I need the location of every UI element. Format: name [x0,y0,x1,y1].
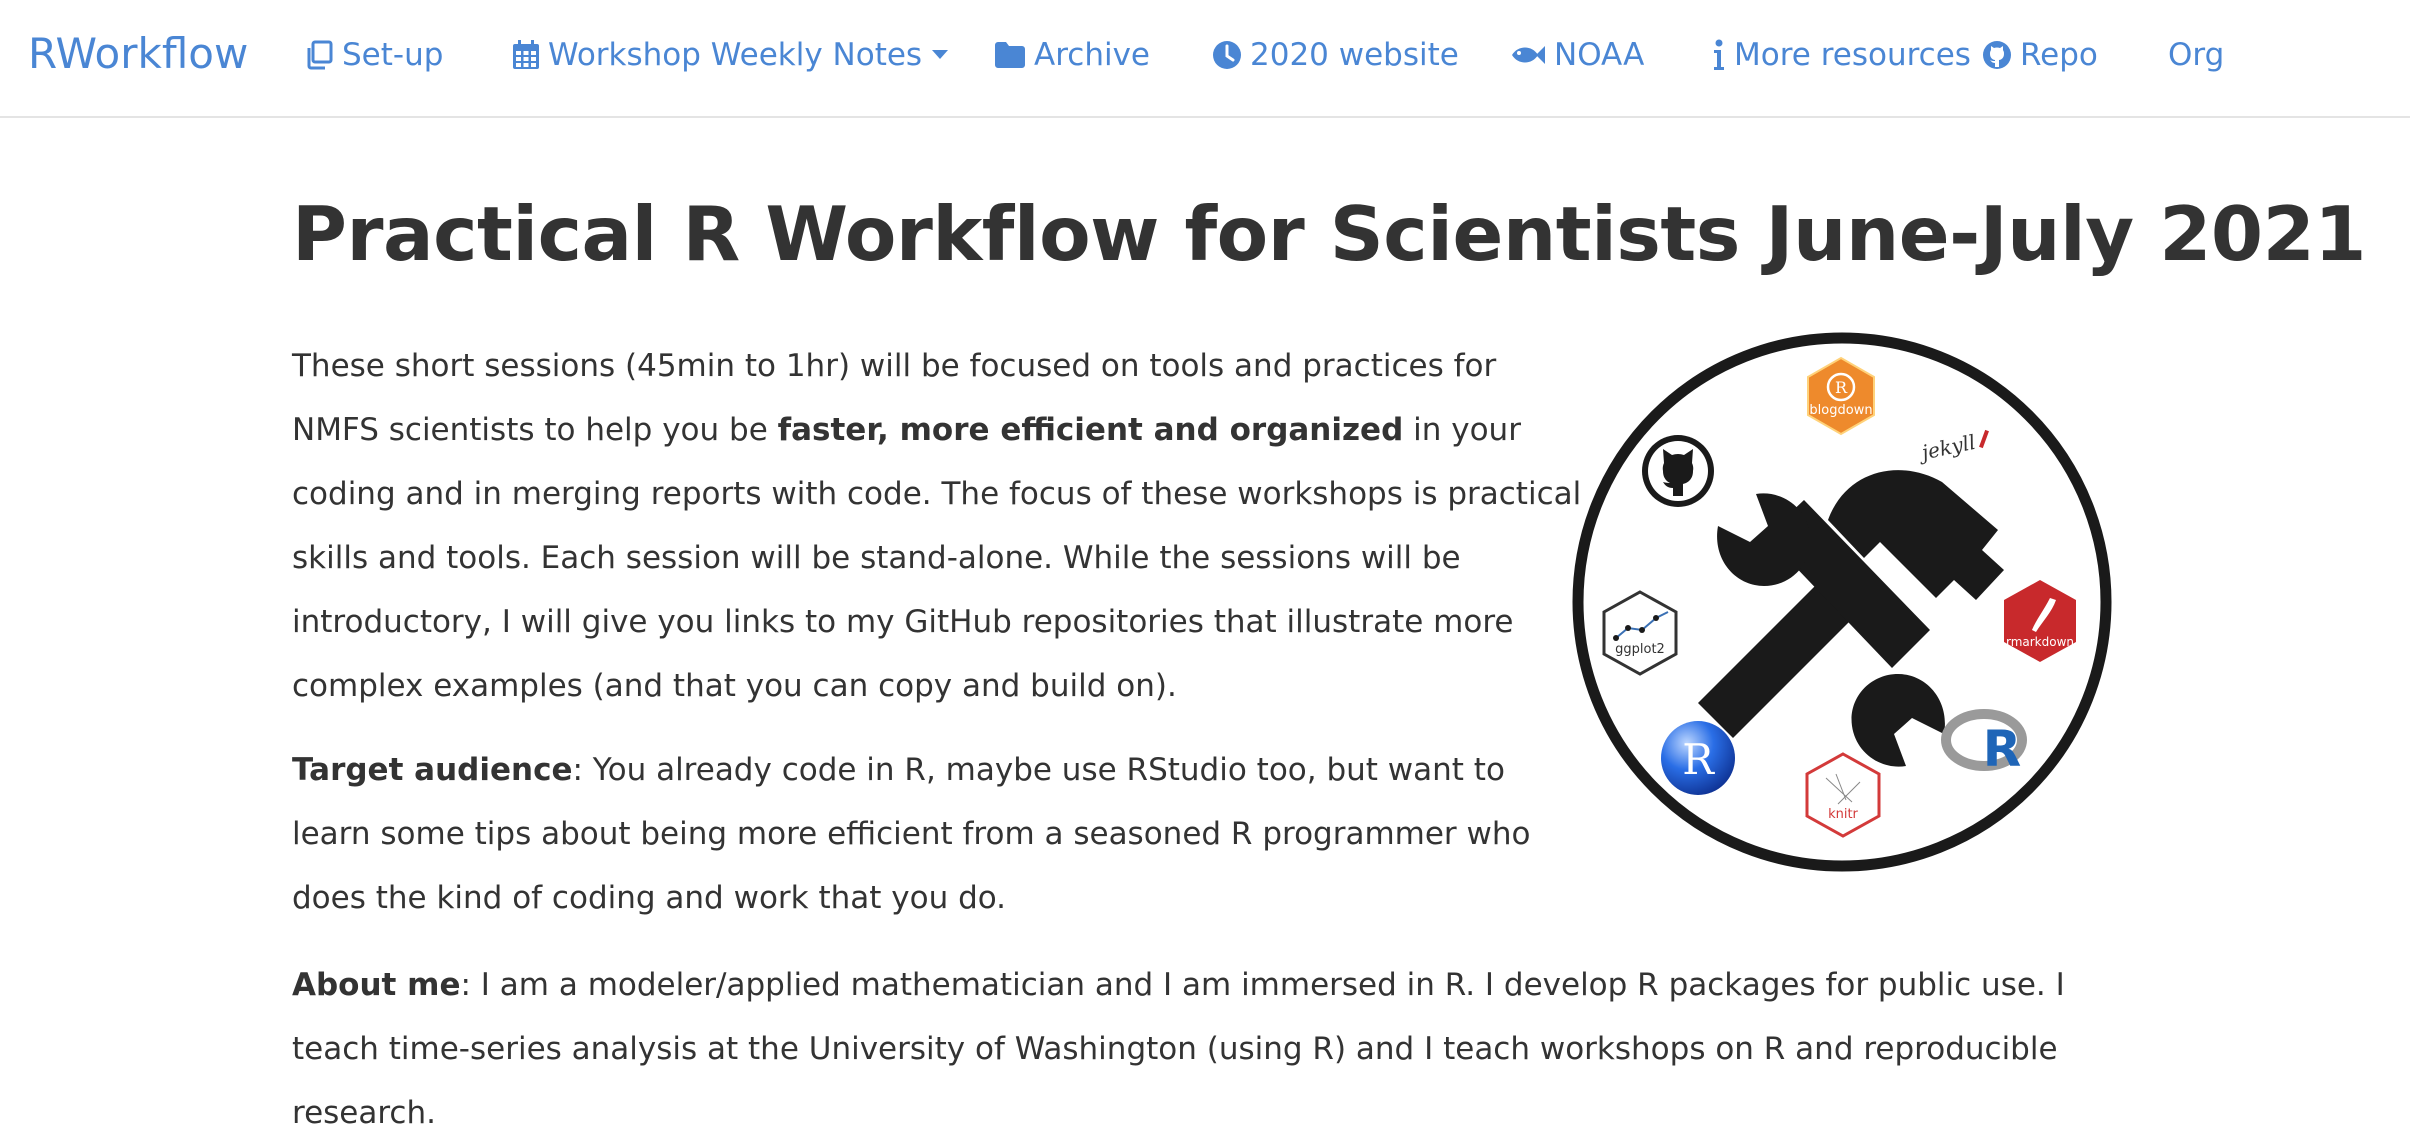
nav-noaa-label: NOAA [1554,37,1645,73]
nav-weekly-notes-label: Workshop Weekly Notes [548,37,923,73]
nav-setup[interactable]: Set-up [304,34,443,76]
target-audience-label: Target audience [292,752,573,788]
workflow-logo-graphic: R blogdown jekyll rmarkdown ggplot2 R kn… [1572,332,2112,872]
github-octocat-icon [1642,435,1714,507]
r-sphere-icon: R [1661,721,1735,795]
nav-repo[interactable]: Repo [1982,34,2098,76]
about-me-text: : I am a modeler/applied mathematician a… [292,967,2065,1131]
brand-link[interactable]: RWorkflow [28,28,248,80]
folder-icon [995,42,1025,68]
nav-archive-label: Archive [1034,37,1150,73]
svg-text:R: R [1682,735,1715,784]
clock-icon [1213,41,1241,69]
info-icon [1714,39,1724,70]
page-title: Practical R Workflow for Scientists June… [292,190,2366,278]
nav-2020-website-label: 2020 website [1250,37,1459,73]
nav-org[interactable]: Org [2168,34,2224,76]
github-icon [1983,41,2011,69]
copy-icon [307,40,333,70]
svg-text:R: R [1983,720,2022,778]
ggplot2-hex-icon: ggplot2 [1602,590,1678,676]
intro-text-end: in your coding and in merging reports wi… [292,412,1582,704]
navbar: RWorkflow Set-up Workshop Weekly Notes A [0,0,2410,118]
nav-noaa[interactable]: NOAA [1510,34,1644,76]
svg-text:blogdown: blogdown [1809,403,1872,418]
about-me-paragraph: About me: I am a modeler/applied mathema… [292,953,2092,1145]
nav-org-label: Org [2168,37,2225,73]
nav-more-resources[interactable]: More resources [1712,34,1971,76]
nav-more-resources-label: More resources [1734,37,1971,73]
nav-repo-label: Repo [2020,37,2098,73]
fish-icon [1512,46,1545,64]
caret-down-icon [932,50,949,59]
svg-text:rmarkdown: rmarkdown [2006,635,2074,649]
intro-bold-text: faster, more efficient and organized [777,412,1404,448]
svg-text:ggplot2: ggplot2 [1615,642,1665,657]
target-audience-paragraph: Target audience: You already code in R, … [292,738,1552,930]
intro-paragraph: These short sessions (45min to 1hr) will… [292,334,1582,718]
knitr-hex-icon: knitr [1805,752,1881,838]
workflow-logo: R blogdown jekyll rmarkdown ggplot2 R kn… [1570,330,2114,874]
about-me-label: About me [292,967,461,1003]
nav-2020-website[interactable]: 2020 website [1212,34,1459,76]
svg-text:R: R [1835,378,1848,397]
nav-weekly-notes-dropdown[interactable]: Workshop Weekly Notes [512,34,949,76]
svg-text:knitr: knitr [1828,807,1858,822]
nav-setup-label: Set-up [342,37,444,73]
nav-archive[interactable]: Archive [994,34,1150,76]
calendar-icon [513,40,539,69]
